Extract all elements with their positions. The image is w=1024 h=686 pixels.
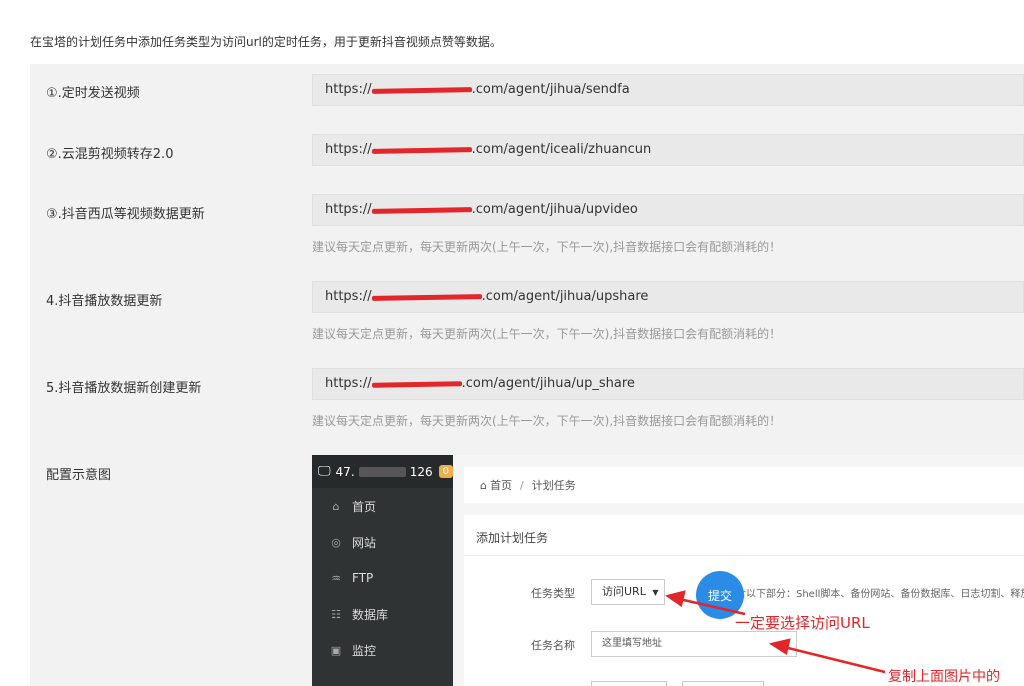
breadcrumb-separator: /: [519, 478, 524, 492]
row-label-upvideo: ③.抖音西瓜等视频数据更新: [46, 207, 205, 222]
url-field-upvideo[interactable]: https:// .com/agent/jihua/upvideo: [312, 194, 1024, 226]
nav-item-website[interactable]: ◎ 网站: [312, 524, 453, 560]
url-prefix: https://: [325, 376, 372, 391]
home-icon: ⌂: [480, 478, 487, 492]
hint-upshare: 建议每天定点更新，每天更新两次(上午一次，下午一次),抖音数据接口会有配额消耗的…: [312, 327, 782, 341]
server-header: 🖵 47. 126 0: [312, 455, 453, 488]
nav-label: 网站: [352, 535, 377, 550]
task-name-label: 任务名称: [531, 639, 575, 652]
form-field-partial: [682, 681, 764, 686]
nav-item-home[interactable]: ⌂ 首页: [312, 488, 453, 524]
url-suffix: .com/agent/jihua/up_share: [461, 376, 635, 391]
card-title: 添加计划任务: [476, 531, 549, 545]
row-label-upshare: 4.抖音播放数据更新: [46, 294, 163, 309]
nav-item-database[interactable]: ☷ 数据库: [312, 596, 453, 632]
url-prefix: https://: [325, 289, 372, 304]
redaction-mark: [372, 291, 482, 303]
url-suffix: .com/agent/jihua/sendfa: [471, 82, 630, 97]
url-field-zhuancun[interactable]: https:// .com/agent/iceali/zhuancun: [312, 134, 1024, 166]
annotation-copy-hint: 复制上面图片中的: [888, 669, 1000, 685]
ftp-icon: ♒: [331, 571, 341, 585]
hint-upvideo: 建议每天定点更新，每天更新两次(上午一次，下午一次),抖音数据接口会有配额消耗的…: [312, 240, 782, 254]
redaction-mark: [372, 378, 462, 390]
breadcrumb-current: 计划任务: [531, 479, 576, 492]
row-label-zhuancun: ②.云混剪视频转存2.0: [46, 147, 174, 162]
task-type-value: 访问URL: [602, 585, 646, 598]
breadcrumb-home[interactable]: 首页: [490, 477, 512, 493]
server-ip-end: 126: [409, 464, 433, 479]
nav-label: FTP: [352, 571, 374, 585]
row-label-up-share: 5.抖音播放数据新创建更新: [46, 381, 202, 396]
url-suffix: .com/agent/jihua/upshare: [481, 289, 649, 304]
row-label-sendfa: ①.定时发送视频: [46, 86, 140, 101]
monitor-icon: 🖵: [318, 464, 331, 479]
hint-up-share: 建议每天定点更新，每天更新两次(上午一次，下午一次),抖音数据接口会有配额消耗的…: [312, 414, 782, 428]
task-type-select[interactable]: 访问URL ▼: [591, 579, 665, 605]
url-field-up-share[interactable]: https:// .com/agent/jihua/up_share: [312, 368, 1024, 400]
task-type-description: 含以下部分：Shell脚本、备份网站、备份数据库、日志切割、释放: [736, 589, 1024, 600]
bt-sidebar: 🖵 47. 126 0 ⌂ 首页 ◎ 网站 ♒ FTP ☷ 数据库 ▣ 监控: [312, 455, 453, 686]
database-icon: ☷: [331, 607, 341, 621]
redaction-mark: [372, 84, 472, 96]
monitor-icon: ▣: [330, 643, 342, 657]
redaction-mark: [372, 204, 472, 216]
message-badge[interactable]: 0: [438, 465, 453, 478]
url-suffix: .com/agent/jihua/upvideo: [471, 202, 638, 217]
nav-item-monitor[interactable]: ▣ 监控: [312, 632, 453, 668]
nav-label: 首页: [352, 499, 377, 514]
url-prefix: https://: [325, 142, 372, 157]
url-prefix: https://: [325, 82, 372, 97]
caret-down-icon: ▼: [652, 588, 659, 597]
url-prefix: https://: [325, 202, 372, 217]
server-ip-start: 47.: [335, 464, 355, 479]
redaction-mark: [372, 144, 472, 156]
nav-label: 数据库: [352, 607, 389, 622]
url-field-sendfa[interactable]: https:// .com/agent/jihua/sendfa: [312, 74, 1024, 106]
annotation-select-url: 一定要选择访问URL: [735, 614, 870, 632]
form-field-partial: [591, 681, 667, 686]
ip-redaction: [358, 466, 406, 477]
config-label: 配置示意图: [46, 468, 112, 483]
nav-item-ftp[interactable]: ♒ FTP: [312, 560, 453, 596]
intro-text: 在宝塔的计划任务中添加任务类型为访问url的定时任务，用于更新抖音视频点赞等数据…: [30, 35, 502, 49]
url-field-upshare[interactable]: https:// .com/agent/jihua/upshare: [312, 281, 1024, 313]
breadcrumb: ⌂ 首页 / 计划任务: [464, 467, 1024, 503]
nav-label: 监控: [352, 643, 377, 658]
globe-icon: ◎: [331, 535, 341, 549]
home-icon: ⌂: [332, 499, 340, 513]
divider: [464, 555, 1024, 556]
config-screenshot: 🖵 47. 126 0 ⌂ 首页 ◎ 网站 ♒ FTP ☷ 数据库 ▣ 监控 ⌂…: [312, 455, 1024, 686]
task-name-input[interactable]: 这里填写地址: [591, 631, 797, 657]
task-type-label: 任务类型: [531, 587, 575, 600]
url-suffix: .com/agent/iceali/zhuancun: [471, 142, 652, 157]
